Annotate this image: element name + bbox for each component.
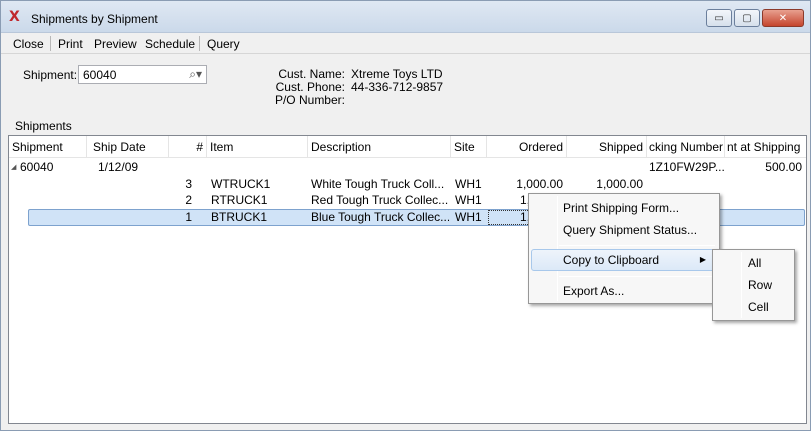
column-header-shipment[interactable]: Shipment (9, 136, 87, 158)
context-menu: Print Shipping Form... Query Shipment St… (528, 193, 720, 304)
column-header-ordered[interactable]: Ordered (487, 136, 567, 158)
cust-phone-label: Cust. Phone: (275, 80, 345, 94)
cust-phone-value: 44-336-712-9857 (351, 80, 444, 94)
copy-to-clipboard-menu-item[interactable]: Copy to Clipboard ▶ (531, 249, 717, 271)
copy-cell-menu-item[interactable]: Cell (715, 296, 792, 318)
print-button[interactable]: Print (58, 37, 83, 51)
copy-all-menu-item[interactable]: All (715, 252, 792, 274)
menu-separator (559, 245, 715, 246)
description-cell: Red Tough Truck Collec... (311, 193, 449, 207)
menu-separator (559, 276, 715, 277)
query-shipment-status-menu-item[interactable]: Query Shipment Status... (531, 219, 717, 241)
column-header-tracking-number[interactable]: cking Number (647, 136, 725, 158)
description-cell: White Tough Truck Coll... (311, 177, 445, 191)
shipment-number-cell: 60040 (20, 160, 54, 174)
column-header-line-number[interactable]: # (169, 136, 207, 158)
shipments-section-label: Shipments (15, 119, 72, 133)
ordered-cell: 1,000.00 (516, 177, 563, 191)
cust-name-label: Cust. Name: (278, 67, 345, 81)
export-as-menu-item[interactable]: Export As... (531, 280, 717, 302)
line-number-cell: 2 (185, 193, 192, 207)
close-icon[interactable]: ✕ (762, 9, 804, 27)
app-window: X Shipments by Shipment ▭ ▢ ✕ Close Prin… (0, 0, 811, 431)
shipped-cell: 1,000.00 (596, 177, 643, 191)
xtuple-x-icon: X (9, 9, 20, 25)
site-cell: WH1 (455, 193, 482, 207)
shipment-input[interactable]: 60040 ⌕▾ (78, 65, 207, 84)
copy-to-clipboard-label: Copy to Clipboard (563, 253, 660, 267)
column-header-ship-date[interactable]: Ship Date (87, 136, 169, 158)
cust-name-value: Xtreme Toys LTD (351, 67, 443, 81)
item-cell: RTRUCK1 (211, 193, 268, 207)
column-header-amount-at-shipping[interactable]: nt at Shipping (725, 136, 806, 158)
line-number-cell: 1 (185, 210, 192, 224)
po-number-label: P/O Number: (274, 93, 345, 107)
preview-button[interactable]: Preview (94, 37, 137, 51)
toolbar-separator (50, 36, 51, 51)
shipment-value: 60040 (83, 68, 117, 82)
description-cell: Blue Tough Truck Collec... (311, 210, 449, 224)
expand-collapse-icon[interactable]: ◢ (11, 163, 16, 171)
column-header-item[interactable]: Item (207, 136, 308, 158)
ship-date-cell: 1/12/09 (98, 160, 139, 174)
search-icon[interactable]: ⌕▾ (189, 67, 202, 82)
tracking-number-cell: 1Z10FW29P... (649, 160, 724, 174)
window-controls: ▭ ▢ ✕ (706, 9, 804, 27)
copy-row-menu-item[interactable]: Row (715, 274, 792, 296)
window-title: Shipments by Shipment (31, 12, 158, 26)
maximize-icon[interactable]: ▢ (734, 9, 760, 27)
column-header-shipped[interactable]: Shipped (567, 136, 647, 158)
print-shipping-form-menu-item[interactable]: Print Shipping Form... (531, 197, 717, 219)
line-number-cell: 3 (185, 177, 192, 191)
column-header-site[interactable]: Site (451, 136, 487, 158)
copy-submenu: All Row Cell (712, 249, 795, 321)
item-cell: WTRUCK1 (211, 177, 271, 191)
item-cell: BTRUCK1 (211, 210, 268, 224)
site-cell: WH1 (455, 210, 482, 224)
query-button[interactable]: Query (207, 37, 240, 51)
column-header-description[interactable]: Description (308, 136, 451, 158)
toolbar: Close Print Preview Schedule Query (1, 33, 810, 54)
minimize-icon[interactable]: ▭ (706, 9, 732, 27)
submenu-arrow-icon: ▶ (699, 255, 706, 264)
title-bar: X Shipments by Shipment ▭ ▢ ✕ (1, 1, 810, 33)
toolbar-separator (199, 36, 200, 51)
close-button[interactable]: Close (13, 37, 44, 51)
amount-cell: 500.00 (765, 160, 802, 174)
table-header: Shipment Ship Date # Item Description Si… (9, 136, 806, 158)
site-cell: WH1 (455, 177, 482, 191)
schedule-button[interactable]: Schedule (145, 37, 195, 51)
shipment-label: Shipment: (23, 68, 78, 82)
